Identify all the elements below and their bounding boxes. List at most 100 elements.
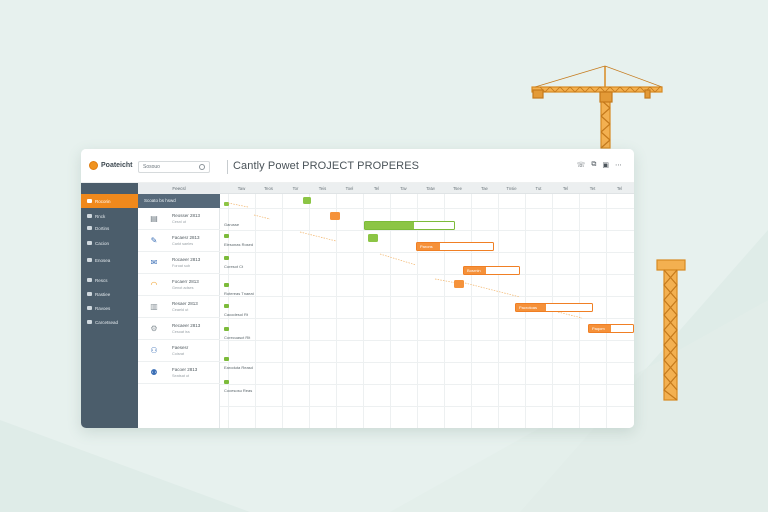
task-icon — [87, 214, 92, 218]
people-icon: ⚇ — [150, 346, 158, 355]
row-label: Rotereas Tnaeat — [224, 291, 254, 296]
gantt-bar[interactable]: Bosrnin — [463, 266, 520, 275]
gear-icon: ⚙ — [150, 324, 158, 333]
grid-row-line — [220, 274, 634, 275]
logo-icon — [89, 161, 98, 170]
task-row[interactable]: ✎ Facaesr 2813 Carkt saeles — [138, 230, 220, 252]
task-subtitle: Genot adses — [172, 286, 194, 290]
row-marker — [224, 327, 229, 331]
app-logo[interactable]: Poateicht — [89, 161, 133, 170]
task-list-subheader[interactable]: Scoato bs hswd — [138, 194, 220, 208]
milestone-marker[interactable] — [368, 234, 378, 242]
grid-row-line — [220, 318, 634, 319]
sidebar-item-cacion[interactable]: Cacion — [81, 236, 138, 250]
timeline-column-label: Tae — [481, 186, 488, 191]
task-subtitle: Ceaeld ut — [172, 308, 189, 312]
search-icon[interactable] — [199, 164, 205, 170]
sidebar-item-label: Dortins — [95, 225, 110, 231]
gantt-bar[interactable]: Parons — [416, 242, 494, 251]
gantt-chart: Taw Teos Tor Teis Toel Tel Tav Tatw Tsee Tae Tnsie… — [220, 183, 634, 428]
timeline-column-label: Toel — [345, 186, 354, 191]
sidebar-item-rescs[interactable]: Rescs — [81, 273, 138, 287]
calendar-icon — [87, 258, 92, 262]
grid-row-line — [220, 296, 634, 297]
search-input[interactable]: Sosouo — [138, 161, 210, 173]
row-label: Corecuasct Rlt — [224, 335, 251, 340]
sidebar-item-label: Rocorin — [95, 198, 111, 204]
phone-icon[interactable]: ☏ — [577, 161, 586, 169]
gantt-bar[interactable]: Pacrotoas — [515, 303, 593, 312]
task-row[interactable]: ⚙ Recaeer 2813 Cesoat iss — [138, 318, 220, 340]
task-title: Facoer 2813 — [172, 367, 198, 372]
row-label: Cacodesol Rt — [224, 312, 249, 317]
task-subtitle: Coisrat — [172, 352, 185, 356]
hardhat-icon: ◠ — [150, 280, 158, 289]
task-row[interactable]: ✉ Rocaeer 2813 Foroat sub — [138, 252, 220, 274]
gantt-bar[interactable]: Paqom — [588, 324, 634, 333]
sidebar-item-ravoes[interactable]: Ravoes — [81, 301, 138, 315]
row-marker — [224, 357, 229, 361]
task-title: Faesesr — [172, 345, 189, 350]
row-marker — [224, 304, 229, 308]
bar-label: Parons — [420, 244, 433, 249]
title-divider — [227, 160, 228, 174]
row-marker — [224, 380, 229, 384]
task-row[interactable]: ▤ Reosser 2813 Cesnl ut — [138, 208, 220, 230]
doc-icon — [87, 226, 92, 230]
milestone-marker[interactable] — [454, 280, 464, 288]
save-icon[interactable]: ▣ — [602, 161, 609, 169]
grid-row-line — [220, 230, 634, 231]
grid-row-line — [220, 406, 634, 407]
row-label: Earoduta Reasd — [224, 365, 253, 370]
mail-icon: ✉ — [150, 258, 158, 267]
sidebar-item-label: Ravoes — [95, 305, 111, 311]
sidebar: Rocorin Rnck Dortins Cacion Enosea Rescs… — [81, 183, 138, 428]
task-subtitle: Cesoat iss — [172, 330, 190, 334]
bar-label: Pacrotoas — [519, 305, 538, 310]
timeline-column-label: Tor — [292, 186, 299, 191]
settings-icon — [87, 320, 92, 324]
bar-label: Paqom — [592, 326, 605, 331]
grid-row-line — [220, 384, 634, 385]
task-row[interactable]: ▥ Resaer 2813 Ceaeld ut — [138, 296, 220, 318]
bar-progress — [365, 222, 414, 229]
row-marker — [224, 202, 229, 206]
timeline-column-label: Tatw — [426, 186, 435, 191]
menu-icon[interactable]: ⋯ — [615, 161, 622, 169]
sidebar-item-rastiee[interactable]: Rastiee — [81, 287, 138, 301]
chart-icon — [87, 241, 92, 245]
pen-icon: ✎ — [150, 236, 158, 245]
row-label: Elesonas Rosed — [224, 242, 254, 247]
copy-icon[interactable]: ⧉ — [591, 161, 596, 169]
task-title: Rocaeer 2813 — [172, 257, 201, 262]
milestone-marker[interactable] — [303, 197, 311, 204]
gantt-timeline-header: Taw Teos Tor Teis Toel Tel Tav Tatw Tsee Tae Tnsie… — [220, 183, 634, 194]
sidebar-item-dortins[interactable]: Dortins — [81, 221, 138, 235]
grid-row-line — [220, 252, 634, 253]
sidebar-item-carcetsead[interactable]: Carcetsead — [81, 315, 138, 329]
sidebar-item-label: Enosea — [95, 257, 111, 263]
task-list: Feecsl Scoato bs hswd ▤ Reosser 2813 Ces… — [138, 183, 220, 428]
resource-icon — [87, 278, 92, 282]
sidebar-item-rocorin[interactable]: Rocorin — [81, 194, 138, 208]
timeline-column-label: Tel — [562, 186, 569, 191]
top-toolbar: ☏ ⧉ ▣ ⋯ — [577, 161, 622, 169]
gantt-bar[interactable] — [364, 221, 455, 230]
row-marker — [224, 283, 229, 287]
row-marker — [224, 256, 229, 260]
timeline-column-label: Tel — [616, 186, 623, 191]
task-row[interactable]: ⚇ Faesesr Coisrat — [138, 340, 220, 362]
sidebar-item-label: Rescs — [95, 277, 108, 283]
page-title: Cantly Powet PROJECT PROPERES — [233, 160, 420, 172]
monitor-icon: ▤ — [150, 214, 158, 223]
timeline-column-label: Tut — [535, 186, 542, 191]
task-row[interactable]: ◠ Focaerr 2813 Genot adses — [138, 274, 220, 296]
task-list-header: Feecsl — [138, 183, 220, 194]
task-row[interactable]: ⚉ Facoer 2813 Seatsat ut — [138, 362, 220, 384]
task-title: Reosser 2813 — [172, 213, 201, 218]
grid-row-line — [220, 208, 634, 209]
report-icon — [87, 306, 92, 310]
timeline-column-label: Tet — [589, 186, 596, 191]
sidebar-item-enosea[interactable]: Enosea — [81, 253, 138, 267]
milestone-marker[interactable] — [330, 212, 340, 220]
